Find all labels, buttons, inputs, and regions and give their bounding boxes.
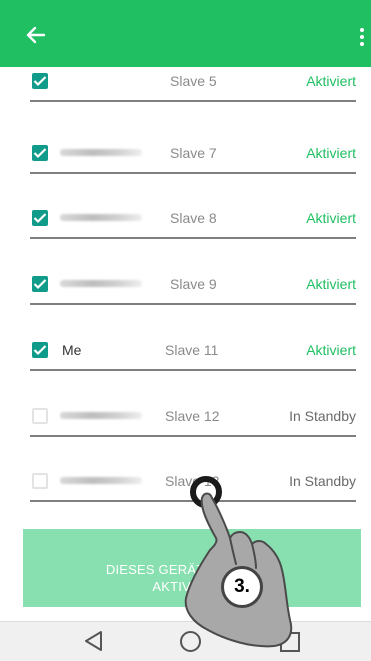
status-label: In Standby	[289, 408, 356, 424]
arrow-left-icon[interactable]	[26, 26, 46, 49]
checkbox-unchecked[interactable]	[32, 473, 48, 489]
status-label: Aktiviert	[306, 210, 356, 226]
checkbox-checked[interactable]	[32, 73, 48, 89]
checkbox-checked[interactable]	[32, 342, 48, 358]
pointing-hand-icon	[170, 470, 310, 660]
status-label: Aktiviert	[306, 342, 356, 358]
device-name-blurred	[60, 280, 142, 287]
device-name-blurred	[60, 149, 142, 156]
list-item[interactable]: Slave 9 Aktiviert	[30, 265, 356, 305]
slave-label: Slave 5	[170, 73, 217, 89]
more-vert-icon[interactable]	[360, 28, 364, 49]
device-name-blurred	[60, 477, 142, 484]
list-item[interactable]: Slave 7 Aktiviert	[30, 134, 356, 174]
device-name-blurred	[60, 412, 142, 419]
nav-back-icon[interactable]	[83, 630, 105, 657]
device-name: Me	[62, 342, 82, 358]
app-bar	[0, 0, 371, 67]
list-item[interactable]: Slave 12 In Standby	[30, 397, 356, 437]
status-label: Aktiviert	[306, 73, 356, 89]
checkbox-checked[interactable]	[32, 276, 48, 292]
step-badge: 3.	[221, 566, 263, 608]
device-name-blurred	[60, 214, 142, 221]
checkbox-unchecked[interactable]	[32, 408, 48, 424]
slave-label: Slave 11	[165, 342, 219, 358]
list-item[interactable]: Slave 5 Aktiviert	[30, 62, 356, 102]
list-item[interactable]: Me Slave 11 Aktiviert	[30, 331, 356, 371]
status-label: Aktiviert	[306, 276, 356, 292]
checkbox-checked[interactable]	[32, 210, 48, 226]
slave-label: Slave 8	[170, 210, 217, 226]
status-label: Aktiviert	[306, 145, 356, 161]
checkbox-checked[interactable]	[32, 145, 48, 161]
list-item[interactable]: Slave 8 Aktiviert	[30, 199, 356, 239]
slave-label: Slave 12	[165, 408, 220, 424]
slave-label: Slave 9	[170, 276, 217, 292]
slave-label: Slave 7	[170, 145, 217, 161]
